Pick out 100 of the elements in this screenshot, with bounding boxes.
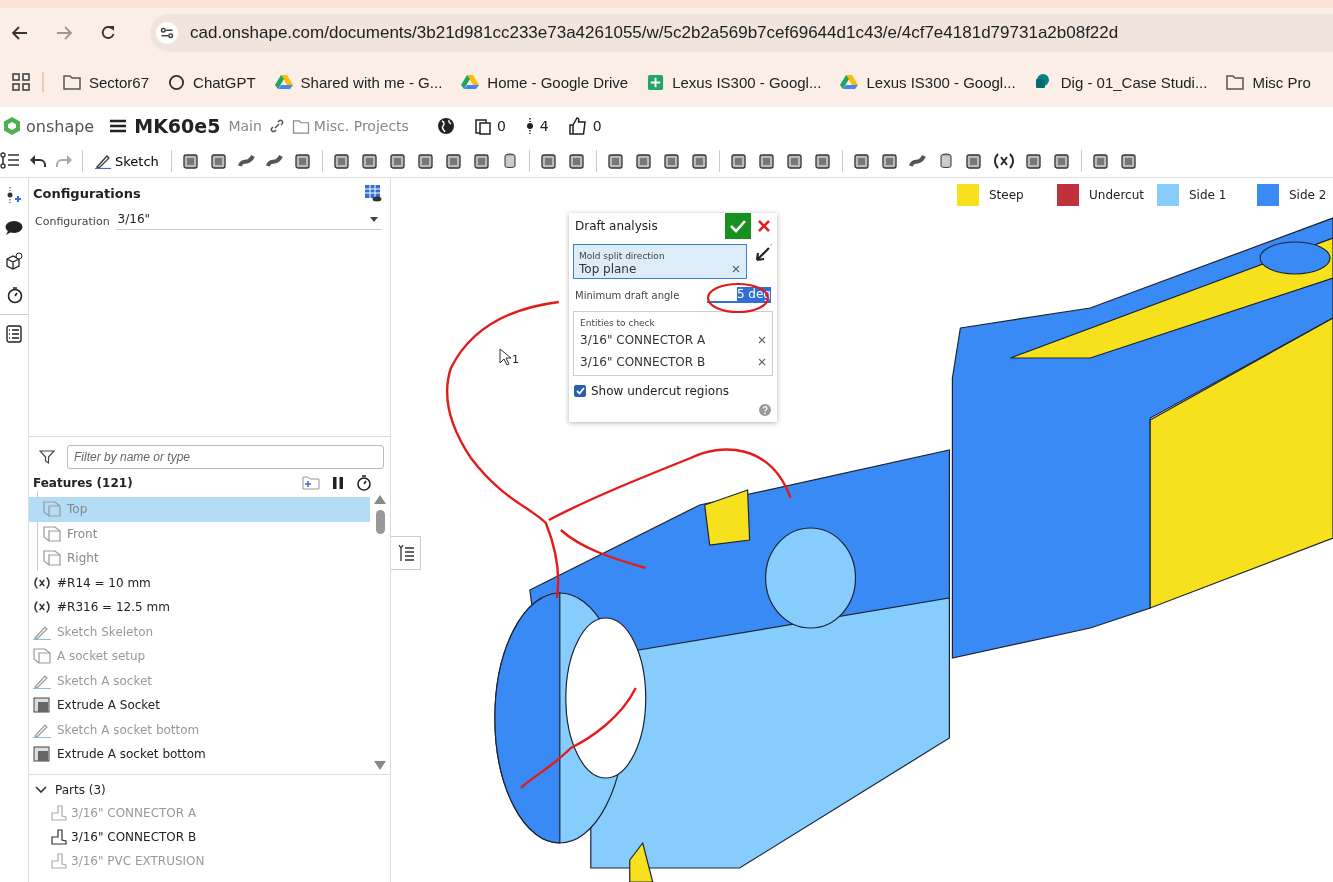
tool-icon[interactable] (567, 152, 586, 170)
sketch-button[interactable]: Sketch (93, 151, 161, 171)
pencil-icon (95, 153, 111, 169)
undo-icon[interactable] (30, 154, 46, 168)
checkbox[interactable] (574, 385, 586, 397)
folder-link[interactable]: Misc. Projects (291, 118, 409, 134)
bookmark[interactable]: Sector67 (63, 73, 150, 91)
insert-icon[interactable] (5, 186, 23, 204)
site-settings-icon[interactable] (156, 22, 178, 44)
help-icon[interactable] (759, 404, 771, 416)
tool-icon[interactable] (332, 152, 351, 170)
apps-grid-icon[interactable] (12, 73, 30, 91)
thumbs-up-icon[interactable] (568, 117, 587, 135)
feature-item[interactable]: Front (29, 521, 370, 546)
flip-direction-icon[interactable] (753, 244, 773, 264)
branch-icon[interactable] (525, 117, 534, 135)
tool-icon[interactable] (472, 152, 491, 170)
bookmark[interactable]: Dig - 01_Case Studi... (1034, 73, 1208, 91)
scroll-up-icon[interactable] (374, 495, 386, 504)
bookmark[interactable]: ChatGPT (168, 73, 256, 91)
tool-icon[interactable] (757, 152, 776, 170)
filter-field[interactable]: Filter by name or type (67, 445, 384, 469)
globe-icon[interactable] (436, 117, 455, 135)
feature-item[interactable]: Right (29, 546, 370, 571)
tool-icon[interactable] (785, 152, 804, 170)
tool-icon[interactable] (416, 152, 435, 170)
triangle-logo-icon (840, 74, 859, 90)
app-logo[interactable]: onshape (2, 116, 95, 136)
feature-item[interactable]: #R316 = 12.5 mm (29, 595, 370, 620)
bookmark[interactable]: Lexus IS300 - Googl... (840, 73, 1016, 91)
accept-button[interactable] (725, 213, 751, 239)
tool-icon[interactable] (293, 152, 312, 170)
tool-icon[interactable] (662, 152, 681, 170)
folder-icon (291, 118, 310, 134)
tool-icon[interactable] (964, 152, 983, 170)
feature-item[interactable]: Extrude A socket bottom (29, 742, 370, 767)
tool-icon[interactable] (813, 152, 832, 170)
plane-icon (43, 550, 61, 567)
plane-icon (43, 501, 61, 518)
feature-list-icon[interactable] (0, 151, 20, 171)
plane-icon (33, 648, 51, 665)
bookmark[interactable]: Shared with me - G... (274, 73, 443, 91)
tool-icon[interactable] (880, 152, 899, 170)
dropdown-caret-icon (370, 216, 378, 222)
tool-icon[interactable] (360, 152, 379, 170)
tool-icon[interactable] (539, 152, 558, 170)
checkbox-label: Show undercut regions (591, 384, 729, 398)
tool-icon[interactable] (181, 152, 200, 170)
filter-icon[interactable] (39, 449, 55, 465)
configuration-dropdown[interactable]: 3/16" (115, 212, 382, 230)
tool-icon[interactable] (634, 152, 653, 170)
back-icon[interactable] (12, 26, 28, 40)
tool-icon[interactable] (1024, 152, 1043, 170)
tool-icon[interactable] (1052, 152, 1071, 170)
checklist-icon[interactable] (6, 325, 22, 343)
bookmark[interactable]: Misc Pro (1226, 73, 1311, 91)
close-icon (758, 220, 770, 232)
table-view-icon[interactable] (364, 184, 382, 202)
tool-icon[interactable] (606, 152, 625, 170)
entities-field[interactable]: Entities to check 3/16" CONNECTOR A 3/16" CONNECTOR B (573, 311, 773, 376)
tool-icon[interactable] (690, 152, 709, 170)
variable-icon[interactable] (992, 152, 1015, 170)
stopwatch-icon[interactable] (356, 475, 372, 491)
add-folder-icon[interactable] (302, 476, 320, 490)
reload-icon[interactable] (100, 25, 116, 41)
tool-icon[interactable] (209, 152, 228, 170)
comment-icon[interactable] (5, 220, 23, 236)
tool-icon[interactable] (388, 152, 407, 170)
part-item[interactable]: 3/16" CONNECTOR B (35, 825, 390, 849)
address-bar[interactable]: cad.onshape.com/documents/3b21d981cc233e73a4261055/w/5c2b2a569b7cef69644d1c43/e/4cf7e4181d79731a2b08f22d (150, 14, 1333, 52)
tool-icon[interactable] (444, 152, 463, 170)
cube-info-icon[interactable] (5, 252, 23, 270)
scrollbar-thumb[interactable] (375, 510, 385, 534)
clipboard-icon[interactable] (474, 117, 491, 135)
remove-icon[interactable] (758, 358, 766, 366)
bookmark[interactable]: Home - Google Drive (461, 73, 629, 91)
tool-icon[interactable] (852, 152, 871, 170)
dialog-title: Draft analysis (575, 219, 659, 233)
feature-item[interactable]: Extrude A Socket (29, 693, 370, 718)
tool-icon[interactable] (1119, 152, 1138, 170)
menu-icon[interactable] (110, 119, 127, 133)
scroll-down-icon[interactable] (374, 761, 386, 770)
link-icon[interactable] (269, 119, 284, 133)
count-label: 0 (592, 118, 602, 134)
tool-icon[interactable] (1091, 152, 1110, 170)
remove-icon[interactable] (732, 265, 740, 273)
parts-section-header[interactable]: Parts (3) (35, 779, 390, 801)
field-label: Minimum draft angle (575, 289, 681, 301)
list-toggle-button[interactable] (391, 536, 421, 570)
legend-label: Side 2 (1289, 188, 1327, 202)
pause-icon[interactable] (332, 476, 344, 490)
remove-icon[interactable] (758, 336, 766, 344)
tool-icon[interactable] (729, 152, 748, 170)
feature-item[interactable]: #R14 = 10 mm (29, 570, 370, 595)
stopwatch-icon[interactable] (5, 286, 23, 304)
branch-label[interactable]: Main (228, 118, 262, 134)
bookmark[interactable]: Lexus IS300 - Googl... (647, 73, 822, 91)
triangle-logo-icon (461, 74, 480, 90)
features-title: Features (121) (33, 476, 134, 490)
mold-split-direction-field[interactable]: Mold split direction Top plane (573, 244, 747, 279)
